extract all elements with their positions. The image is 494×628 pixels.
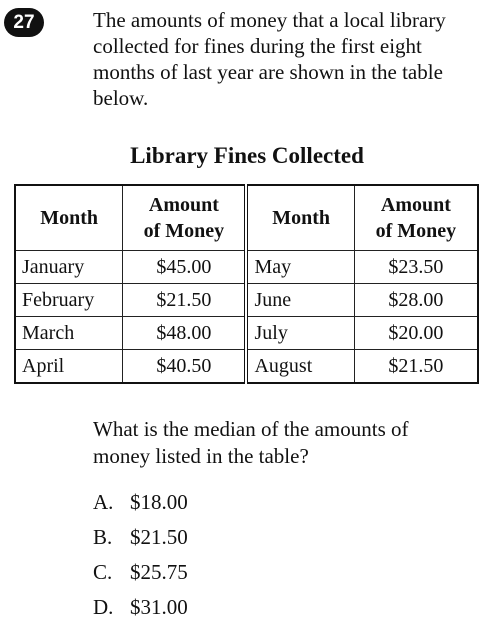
fines-table: Month Amount of Money Month Amount of Mo…	[14, 184, 479, 384]
amount-cell: $48.00	[122, 316, 249, 350]
table-row: January $45.00 May $23.50	[14, 250, 479, 284]
table-title: Library Fines Collected	[130, 143, 364, 168]
table-row: April $40.50 August $21.50	[14, 349, 479, 384]
table-row: February $21.50 June $28.00	[14, 283, 479, 317]
amount-cell: $20.00	[353, 316, 479, 350]
month-cell: February	[14, 283, 124, 317]
answer-choices: A. $18.00 B. $21.50 C. $25.75 D. $31.00	[93, 488, 188, 628]
choice-text: $21.50	[130, 525, 188, 549]
choice-text: $18.00	[130, 490, 188, 514]
question-prompt: What is the median of the amounts of mon…	[93, 417, 409, 468]
choice-a[interactable]: A. $18.00	[93, 488, 188, 523]
month-cell: July	[245, 316, 355, 350]
choice-b[interactable]: B. $21.50	[93, 523, 188, 558]
month-cell: August	[245, 349, 355, 384]
table-row: March $48.00 July $20.00	[14, 316, 479, 350]
header-amount-line1: Amount	[380, 194, 451, 216]
choice-letter: C.	[93, 560, 113, 584]
amount-cell: $21.50	[353, 349, 479, 384]
header-amount-line2: of Money	[143, 220, 225, 242]
choice-letter: B.	[93, 525, 113, 549]
choice-letter: A.	[93, 490, 114, 514]
choice-text: $25.75	[130, 560, 188, 584]
month-cell: May	[245, 250, 355, 284]
choice-c[interactable]: C. $25.75	[93, 558, 188, 593]
month-cell: January	[14, 250, 124, 284]
question-stem: The amounts of money that a local librar…	[93, 8, 446, 110]
header-amount-line1: Amount	[148, 194, 219, 216]
choice-d[interactable]: D. $31.00	[93, 593, 188, 628]
amount-cell: $23.50	[353, 250, 479, 284]
month-cell: June	[245, 283, 355, 317]
header-amount-left: Amount of Money	[122, 184, 249, 251]
header-amount-right: Amount of Money	[353, 184, 479, 251]
amount-cell: $21.50	[122, 283, 249, 317]
choice-text: $31.00	[130, 595, 188, 619]
header-month-left: Month	[14, 184, 124, 251]
question-number-badge: 27	[4, 8, 44, 37]
choice-letter: D.	[93, 595, 114, 619]
month-cell: March	[14, 316, 124, 350]
amount-cell: $40.50	[122, 349, 249, 384]
table-header-row: Month Amount of Money Month Amount of Mo…	[14, 184, 479, 251]
header-amount-line2: of Money	[375, 220, 457, 242]
amount-cell: $45.00	[122, 250, 249, 284]
amount-cell: $28.00	[353, 283, 479, 317]
header-month-right: Month	[245, 184, 355, 251]
month-cell: April	[14, 349, 124, 384]
